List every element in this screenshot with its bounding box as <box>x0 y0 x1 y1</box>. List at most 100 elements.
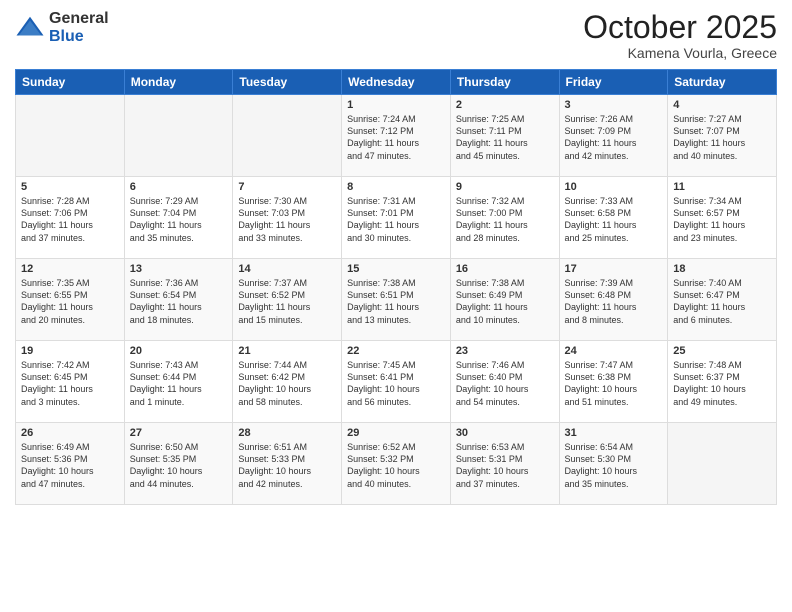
day-info: Sunrise: 7:28 AM Sunset: 7:06 PM Dayligh… <box>21 195 119 244</box>
day-number: 13 <box>130 263 228 275</box>
day-info: Sunrise: 7:39 AM Sunset: 6:48 PM Dayligh… <box>565 277 663 326</box>
day-info: Sunrise: 7:33 AM Sunset: 6:58 PM Dayligh… <box>565 195 663 244</box>
logo: General Blue <box>15 10 109 45</box>
day-info: Sunrise: 6:52 AM Sunset: 5:32 PM Dayligh… <box>347 441 445 490</box>
calendar-cell: 23 Sunrise: 7:46 AM Sunset: 6:40 PM Dayli… <box>450 341 559 423</box>
calendar-cell: 31 Sunrise: 6:54 AM Sunset: 5:30 PM Dayli… <box>559 423 668 505</box>
calendar-cell: 18Sunrise: 7:40 AM Sunset: 6:47 PM Dayli… <box>668 259 777 341</box>
day-info: Sunrise: 7:48 AM Sunset: 6:37 PM Dayligh… <box>673 359 771 408</box>
day-info: Sunrise: 7:32 AM Sunset: 7:00 PM Dayligh… <box>456 195 554 244</box>
day-number: 31 <box>565 427 663 439</box>
calendar-cell: 22 Sunrise: 7:45 AM Sunset: 6:41 PM Dayli… <box>342 341 451 423</box>
col-monday: Monday <box>124 70 233 95</box>
calendar-cell <box>124 95 233 177</box>
calendar-cell: 17 Sunrise: 7:39 AM Sunset: 6:48 PM Dayli… <box>559 259 668 341</box>
logo-blue-text: Blue <box>49 28 109 46</box>
day-info: Sunrise: 7:47 AM Sunset: 6:38 PM Dayligh… <box>565 359 663 408</box>
day-info: Sunrise: 6:54 AM Sunset: 5:30 PM Dayligh… <box>565 441 663 490</box>
calendar-cell: 16Sunrise: 7:38 AM Sunset: 6:49 PM Dayli… <box>450 259 559 341</box>
calendar-week-row: 26 Sunrise: 6:49 AM Sunset: 5:36 PM Dayli… <box>16 423 777 505</box>
day-info: Sunrise: 6:49 AM Sunset: 5:36 PM Dayligh… <box>21 441 119 490</box>
day-number: 28 <box>238 427 336 439</box>
calendar-cell: 5 Sunrise: 7:28 AM Sunset: 7:06 PM Daylig… <box>16 177 125 259</box>
day-number: 16 <box>456 263 554 275</box>
calendar-week-row: 5 Sunrise: 7:28 AM Sunset: 7:06 PM Daylig… <box>16 177 777 259</box>
calendar-cell <box>668 423 777 505</box>
calendar-cell: 15 Sunrise: 7:38 AM Sunset: 6:51 PM Dayli… <box>342 259 451 341</box>
day-number: 5 <box>21 181 119 193</box>
day-number: 23 <box>456 345 554 357</box>
calendar-cell: 12 Sunrise: 7:35 AM Sunset: 6:55 PM Dayli… <box>16 259 125 341</box>
day-number: 20 <box>130 345 228 357</box>
day-number: 3 <box>565 99 663 111</box>
calendar-cell: 30 Sunrise: 6:53 AM Sunset: 5:31 PM Dayli… <box>450 423 559 505</box>
day-info: Sunrise: 7:26 AM Sunset: 7:09 PM Dayligh… <box>565 113 663 162</box>
col-friday: Friday <box>559 70 668 95</box>
day-number: 17 <box>565 263 663 275</box>
location-subtitle: Kamena Vourla, Greece <box>583 45 777 61</box>
calendar-week-row: 1Sunrise: 7:24 AM Sunset: 7:12 PM Daylig… <box>16 95 777 177</box>
day-info: Sunrise: 7:31 AM Sunset: 7:01 PM Dayligh… <box>347 195 445 244</box>
header: General Blue October 2025 Kamena Vourla,… <box>15 10 777 61</box>
logo-icon <box>15 13 45 43</box>
day-number: 15 <box>347 263 445 275</box>
day-number: 21 <box>238 345 336 357</box>
day-number: 12 <box>21 263 119 275</box>
day-info: Sunrise: 7:27 AM Sunset: 7:07 PM Dayligh… <box>673 113 771 162</box>
day-info: Sunrise: 7:38 AM Sunset: 6:51 PM Dayligh… <box>347 277 445 326</box>
calendar-cell <box>233 95 342 177</box>
calendar-cell: 19 Sunrise: 7:42 AM Sunset: 6:45 PM Dayli… <box>16 341 125 423</box>
calendar-cell: 26 Sunrise: 6:49 AM Sunset: 5:36 PM Dayli… <box>16 423 125 505</box>
calendar-cell: 4 Sunrise: 7:27 AM Sunset: 7:07 PM Daylig… <box>668 95 777 177</box>
calendar-cell: 25Sunrise: 7:48 AM Sunset: 6:37 PM Dayli… <box>668 341 777 423</box>
calendar-cell: 11 Sunrise: 7:34 AM Sunset: 6:57 PM Dayli… <box>668 177 777 259</box>
col-saturday: Saturday <box>668 70 777 95</box>
calendar-cell: 14 Sunrise: 7:37 AM Sunset: 6:52 PM Dayli… <box>233 259 342 341</box>
day-number: 10 <box>565 181 663 193</box>
day-number: 27 <box>130 427 228 439</box>
day-number: 26 <box>21 427 119 439</box>
day-number: 11 <box>673 181 771 193</box>
day-number: 30 <box>456 427 554 439</box>
day-number: 19 <box>21 345 119 357</box>
calendar-cell: 6Sunrise: 7:29 AM Sunset: 7:04 PM Daylig… <box>124 177 233 259</box>
calendar-cell: 10 Sunrise: 7:33 AM Sunset: 6:58 PM Dayli… <box>559 177 668 259</box>
day-info: Sunrise: 7:35 AM Sunset: 6:55 PM Dayligh… <box>21 277 119 326</box>
calendar-cell <box>16 95 125 177</box>
day-number: 29 <box>347 427 445 439</box>
calendar-cell: 29 Sunrise: 6:52 AM Sunset: 5:32 PM Dayli… <box>342 423 451 505</box>
day-info: Sunrise: 6:53 AM Sunset: 5:31 PM Dayligh… <box>456 441 554 490</box>
day-info: Sunrise: 6:50 AM Sunset: 5:35 PM Dayligh… <box>130 441 228 490</box>
day-info: Sunrise: 7:34 AM Sunset: 6:57 PM Dayligh… <box>673 195 771 244</box>
calendar-cell: 3 Sunrise: 7:26 AM Sunset: 7:09 PM Daylig… <box>559 95 668 177</box>
col-sunday: Sunday <box>16 70 125 95</box>
calendar-cell: 8 Sunrise: 7:31 AM Sunset: 7:01 PM Daylig… <box>342 177 451 259</box>
logo-text: General Blue <box>49 10 109 45</box>
day-number: 14 <box>238 263 336 275</box>
col-wednesday: Wednesday <box>342 70 451 95</box>
day-number: 22 <box>347 345 445 357</box>
day-info: Sunrise: 7:43 AM Sunset: 6:44 PM Dayligh… <box>130 359 228 408</box>
day-number: 8 <box>347 181 445 193</box>
day-number: 1 <box>347 99 445 111</box>
calendar-cell: 24Sunrise: 7:47 AM Sunset: 6:38 PM Dayli… <box>559 341 668 423</box>
day-info: Sunrise: 7:36 AM Sunset: 6:54 PM Dayligh… <box>130 277 228 326</box>
calendar-cell: 1Sunrise: 7:24 AM Sunset: 7:12 PM Daylig… <box>342 95 451 177</box>
day-info: Sunrise: 7:44 AM Sunset: 6:42 PM Dayligh… <box>238 359 336 408</box>
day-info: Sunrise: 7:40 AM Sunset: 6:47 PM Dayligh… <box>673 277 771 326</box>
day-info: Sunrise: 7:37 AM Sunset: 6:52 PM Dayligh… <box>238 277 336 326</box>
calendar-cell: 28 Sunrise: 6:51 AM Sunset: 5:33 PM Dayli… <box>233 423 342 505</box>
logo-general-text: General <box>49 10 109 28</box>
day-number: 4 <box>673 99 771 111</box>
title-block: October 2025 Kamena Vourla, Greece <box>583 10 777 61</box>
day-info: Sunrise: 7:42 AM Sunset: 6:45 PM Dayligh… <box>21 359 119 408</box>
day-info: Sunrise: 7:45 AM Sunset: 6:41 PM Dayligh… <box>347 359 445 408</box>
day-number: 7 <box>238 181 336 193</box>
day-info: Sunrise: 7:30 AM Sunset: 7:03 PM Dayligh… <box>238 195 336 244</box>
day-info: Sunrise: 6:51 AM Sunset: 5:33 PM Dayligh… <box>238 441 336 490</box>
day-number: 2 <box>456 99 554 111</box>
calendar-header-row: Sunday Monday Tuesday Wednesday Thursday… <box>16 70 777 95</box>
calendar-cell: 13 Sunrise: 7:36 AM Sunset: 6:54 PM Dayli… <box>124 259 233 341</box>
day-info: Sunrise: 7:46 AM Sunset: 6:40 PM Dayligh… <box>456 359 554 408</box>
day-info: Sunrise: 7:25 AM Sunset: 7:11 PM Dayligh… <box>456 113 554 162</box>
